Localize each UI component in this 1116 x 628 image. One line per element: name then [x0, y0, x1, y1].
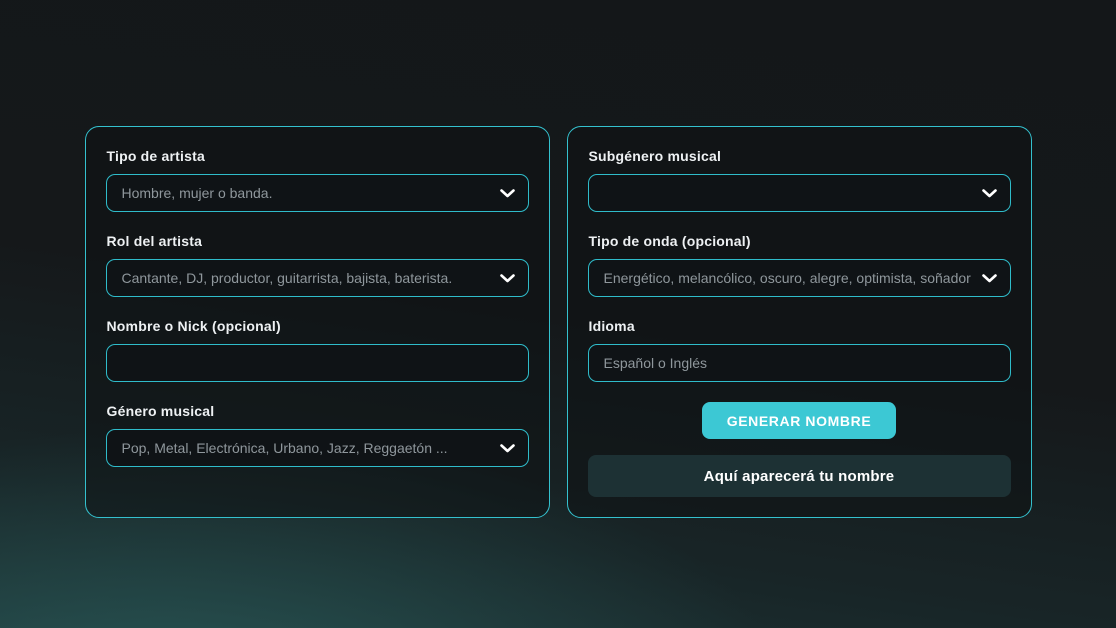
chevron-down-icon	[500, 189, 515, 198]
chevron-down-icon	[500, 444, 515, 453]
field-label-tipo-de-onda: Tipo de onda (opcional)	[589, 233, 1011, 249]
field-label-subgenero-musical: Subgénero musical	[589, 148, 1011, 164]
select-placeholder-genero-musical: Pop, Metal, Electrónica, Urbano, Jazz, R…	[122, 440, 492, 456]
field-label-idioma: Idioma	[589, 318, 1011, 334]
select-tipo-de-onda[interactable]: Energético, melancólico, oscuro, alegre,…	[588, 259, 1011, 297]
generate-button-row: GENERAR NOMBRE	[588, 402, 1011, 439]
result-display: Aquí aparecerá tu nombre	[588, 455, 1011, 497]
select-genero-musical[interactable]: Pop, Metal, Electrónica, Urbano, Jazz, R…	[106, 429, 529, 467]
generator-panel: Subgénero musical Tipo de onda (opcional…	[567, 126, 1032, 518]
idioma-input[interactable]	[588, 344, 1011, 382]
field-label-tipo-de-artista: Tipo de artista	[107, 148, 529, 164]
app-background: Tipo de artista Hombre, mujer o banda. R…	[0, 0, 1116, 628]
nombre-nick-input[interactable]	[106, 344, 529, 382]
result-placeholder-text: Aquí aparecerá tu nombre	[704, 468, 895, 485]
select-rol-del-artista[interactable]: Cantante, DJ, productor, guitarrista, ba…	[106, 259, 529, 297]
select-placeholder-rol-del-artista: Cantante, DJ, productor, guitarrista, ba…	[122, 270, 492, 286]
field-label-rol-del-artista: Rol del artista	[107, 233, 529, 249]
chevron-down-icon	[500, 274, 515, 283]
select-subgenero-musical[interactable]	[588, 174, 1011, 212]
select-placeholder-tipo-de-onda: Energético, melancólico, oscuro, alegre,…	[604, 270, 974, 286]
chevron-down-icon	[982, 189, 997, 198]
generate-name-button[interactable]: GENERAR NOMBRE	[702, 402, 897, 439]
field-label-nombre-nick: Nombre o Nick (opcional)	[107, 318, 529, 334]
form-panels-container: Tipo de artista Hombre, mujer o banda. R…	[85, 0, 1032, 518]
select-placeholder-tipo-de-artista: Hombre, mujer o banda.	[122, 185, 492, 201]
select-tipo-de-artista[interactable]: Hombre, mujer o banda.	[106, 174, 529, 212]
field-label-genero-musical: Género musical	[107, 403, 529, 419]
chevron-down-icon	[982, 274, 997, 283]
artist-details-panel: Tipo de artista Hombre, mujer o banda. R…	[85, 126, 550, 518]
